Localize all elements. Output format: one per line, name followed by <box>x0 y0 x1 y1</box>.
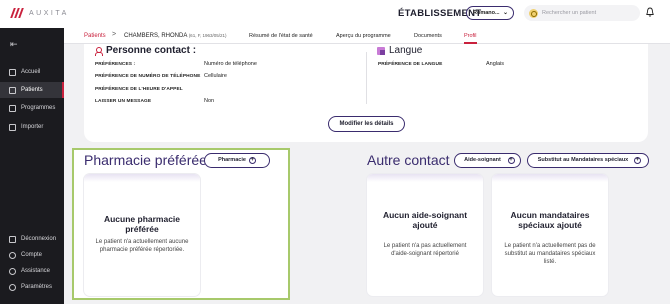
patient-name: CHAMBERS, RHONDA <box>124 33 188 39</box>
bell-icon[interactable] <box>646 7 654 17</box>
contact-field-label: LAISSER UN MESSAGE <box>95 99 152 104</box>
person-icon <box>95 46 103 56</box>
add-caregiver-button[interactable]: Aide-soignant + <box>454 153 521 168</box>
programs-icon <box>9 104 16 112</box>
sidebar-item-programmes[interactable]: Programmes <box>0 100 64 116</box>
add-pharmacy-label: Pharmacie <box>218 156 246 163</box>
substitute-empty-card: Aucun mandataires spéciaux ajouté Le pat… <box>492 174 608 296</box>
import-icon <box>9 123 16 131</box>
add-pharmacy-button[interactable]: Pharmacie + <box>204 153 270 168</box>
pharmacy-empty-desc: Le patient n'a actuellement aucune pharm… <box>95 239 189 253</box>
plus-icon: + <box>248 157 256 164</box>
sidebar-item-assistance[interactable]: Assistance <box>0 263 64 279</box>
breadcrumb-patient: CHAMBERS, RHONDA (61, F, 1963/05/21) <box>124 33 226 39</box>
contact-field-label: PRÉFÉRENCE DE NUMÉRO DE TÉLÉPHONE <box>95 74 201 79</box>
sidebar-item-label: Programmes <box>21 105 56 111</box>
pharmacy-title: Pharmacie préférée <box>84 152 207 168</box>
plus-icon: + <box>634 157 641 164</box>
account-icon <box>9 251 16 259</box>
sidebar-item-importer[interactable]: Importer <box>0 119 64 135</box>
logout-icon <box>9 235 16 243</box>
logo-mark-icon <box>10 8 24 18</box>
top-bar: AUXITA ÉTABLISSEMENT Romano... ⌄ Recherc… <box>0 0 670 28</box>
sidebar-item-compte[interactable]: Compte <box>0 247 64 263</box>
add-substitute-label: Substitut au Mandataires spéciaux <box>537 156 629 163</box>
language-icon <box>377 46 385 55</box>
tab-profil[interactable]: Profil <box>464 33 477 44</box>
breadcrumb-patients-link[interactable]: Patients <box>84 33 106 39</box>
caregiver-empty-card: Aucun aide-soignant ajouté Le patient n'… <box>367 174 483 296</box>
gear-icon <box>9 283 16 291</box>
logo-text: AUXITA <box>29 9 69 17</box>
plus-icon: + <box>507 157 515 164</box>
language-title: Langue <box>389 45 423 56</box>
logo[interactable]: AUXITA <box>10 8 69 18</box>
sidebar-item-deconnexion[interactable]: Déconnexion <box>0 231 64 247</box>
sidebar-item-label: Patients <box>21 87 43 93</box>
add-caregiver-label: Aide-soignant <box>464 156 501 163</box>
home-icon <box>9 68 16 76</box>
substitute-empty-desc: Le patient n'a actuellement pas de subst… <box>504 243 596 265</box>
search-icon <box>529 8 538 18</box>
sidebar-item-label: Paramètres <box>21 284 53 290</box>
section-divider <box>366 52 367 104</box>
sidebar-item-label: Importer <box>21 124 44 130</box>
language-section-title: Langue <box>377 45 422 56</box>
establishment-select[interactable]: Romano... ⌄ <box>466 6 514 20</box>
contact-section-title: Personne contact : <box>95 45 196 56</box>
patient-meta: (61, F, 1963/05/21) <box>188 33 227 38</box>
pharmacy-empty-card: Aucune pharmacie préférée Le patient n'a… <box>84 174 200 296</box>
sidebar-item-label: Déconnexion <box>21 236 57 242</box>
collapse-sidebar-icon[interactable]: ⇤ <box>10 39 18 50</box>
sidebar-item-label: Assistance <box>21 268 51 274</box>
contact-field-value: Non <box>204 98 215 104</box>
sidebar-item-parametres[interactable]: Paramètres <box>0 279 64 295</box>
sidebar-item-patients[interactable]: Patients <box>0 82 64 98</box>
sidebar-item-label: Compte <box>21 252 43 258</box>
card-header-band <box>492 174 608 182</box>
card-header-band <box>84 174 200 182</box>
tab-resume[interactable]: Résumé de l'état de santé <box>249 33 313 39</box>
chevron-down-icon: ⌄ <box>502 10 508 16</box>
establishment-select-value: Romano... <box>473 10 500 16</box>
help-icon <box>9 267 16 275</box>
search-placeholder: Rechercher un patient <box>542 10 597 16</box>
breadcrumb-separator: > <box>112 31 117 38</box>
contact-title: Personne contact : <box>106 45 197 56</box>
contact-field-label: PRÉFÉRENCE DE L'HEURE D'APPEL <box>95 87 183 92</box>
language-field-value: Anglais <box>486 61 505 67</box>
patient-search-input[interactable]: Rechercher un patient <box>524 5 640 21</box>
caregiver-empty-desc: Le patient n'a pas actuellement d'aide-s… <box>383 243 467 257</box>
caregiver-empty-title: Aucun aide-soignant ajouté <box>382 210 468 230</box>
contact-field-label: PRÉFÉRENCES : <box>95 62 136 67</box>
substitute-empty-title: Aucun mandataires spéciaux ajouté <box>510 210 590 230</box>
sidebar-item-accueil[interactable]: Accueil <box>0 64 64 80</box>
contact-field-value: Numéro de téléphone <box>204 61 257 67</box>
patients-icon <box>9 86 16 94</box>
language-field-label: PRÉFÉRENCE DE LANGUE <box>378 62 443 67</box>
tab-documents[interactable]: Documents <box>414 33 442 39</box>
patient-tabs-bar: Patients > CHAMBERS, RHONDA (61, F, 1963… <box>64 28 670 44</box>
sidebar: ⇤ Accueil Patients Programmes Importer D… <box>0 28 64 304</box>
edit-details-button[interactable]: Modifier les détails <box>328 116 405 132</box>
contact-field-value: Cellulaire <box>204 73 227 79</box>
sidebar-item-label: Accueil <box>21 69 41 75</box>
tab-apercu[interactable]: Aperçu du programme <box>336 33 391 39</box>
card-header-band <box>367 174 483 182</box>
add-substitute-button[interactable]: Substitut au Mandataires spéciaux + <box>527 153 649 168</box>
other-contact-title: Autre contact <box>367 152 450 168</box>
pharmacy-empty-title: Aucune pharmacie préférée <box>103 214 181 234</box>
